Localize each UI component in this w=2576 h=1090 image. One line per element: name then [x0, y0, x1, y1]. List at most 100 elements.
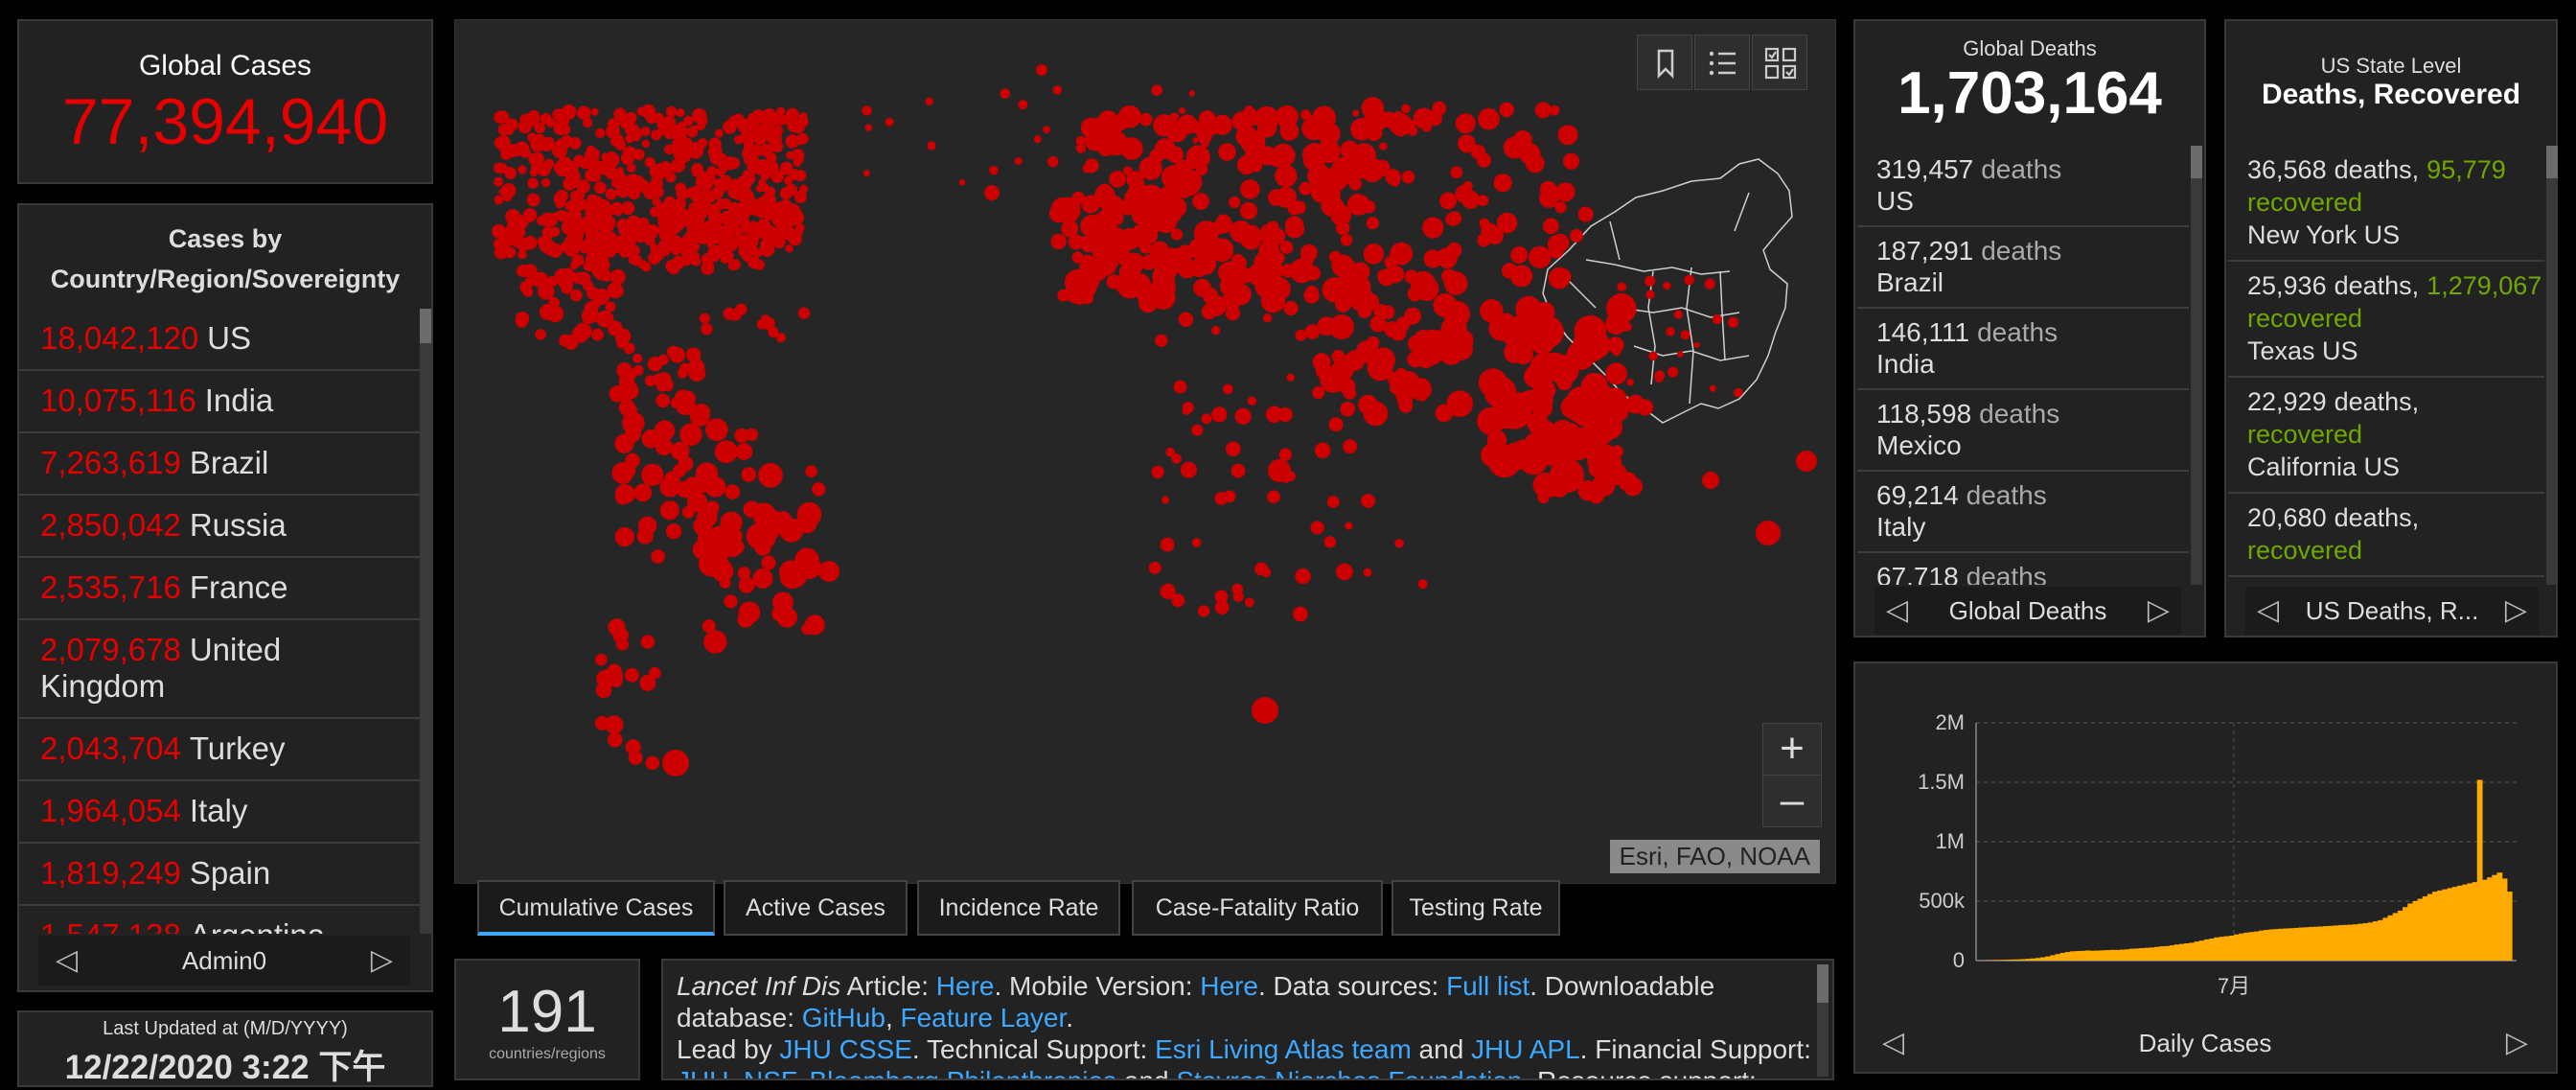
daily-cases-chart[interactable]: 0 500k 1M 1.5M 2M 7月: [1855, 663, 2556, 1018]
case-dot[interactable]: [1239, 201, 1258, 220]
case-dot[interactable]: [1373, 159, 1391, 177]
case-dot[interactable]: [1361, 97, 1385, 120]
case-dot[interactable]: [1478, 368, 1507, 398]
funders-link[interactable]: JHU, NSF, Bloomberg Philanthropies: [677, 1066, 1116, 1078]
case-dot[interactable]: [1443, 300, 1471, 328]
case-dot[interactable]: [1591, 452, 1610, 473]
case-dot[interactable]: [1422, 217, 1444, 239]
tab-case-fatality-ratio[interactable]: Case-Fatality Ratio: [1132, 880, 1383, 936]
case-dot[interactable]: [663, 471, 680, 488]
case-dot[interactable]: [696, 115, 708, 127]
death-row[interactable]: 187,291 deaths Brazil: [1857, 227, 2189, 309]
case-dot[interactable]: [1287, 201, 1300, 216]
case-dot[interactable]: [1361, 494, 1375, 508]
case-dot[interactable]: [663, 144, 675, 155]
case-dot[interactable]: [762, 509, 781, 528]
case-dot[interactable]: [595, 653, 608, 666]
case-dot[interactable]: [562, 109, 571, 118]
case-dot[interactable]: [862, 170, 870, 177]
case-dot[interactable]: [1367, 358, 1376, 368]
case-dot[interactable]: [1179, 107, 1186, 114]
case-dot[interactable]: [1097, 140, 1115, 157]
case-dot[interactable]: [1268, 151, 1285, 168]
case-dot[interactable]: [494, 244, 509, 260]
case-dot[interactable]: [513, 225, 526, 239]
case-dot[interactable]: [555, 163, 569, 177]
article-link[interactable]: Here: [936, 971, 995, 1001]
case-dot[interactable]: [1677, 351, 1684, 358]
case-dot[interactable]: [1397, 130, 1405, 137]
case-dot[interactable]: [620, 151, 635, 166]
case-dot[interactable]: [795, 511, 817, 534]
case-dot[interactable]: [676, 108, 685, 118]
case-dot[interactable]: [665, 237, 676, 246]
case-dot[interactable]: [1407, 286, 1423, 302]
case-dot[interactable]: [656, 173, 664, 181]
case-dot[interactable]: [780, 225, 796, 241]
case-dot[interactable]: [515, 314, 529, 328]
case-dot[interactable]: [1331, 349, 1346, 363]
case-dot[interactable]: [582, 280, 594, 291]
case-dot[interactable]: [1173, 380, 1187, 394]
case-dot[interactable]: [1165, 247, 1188, 270]
case-dot[interactable]: [1123, 166, 1133, 175]
case-dot[interactable]: [664, 500, 679, 516]
case-dot[interactable]: [1101, 128, 1111, 137]
case-dot[interactable]: [1192, 193, 1209, 210]
case-dot[interactable]: [619, 117, 631, 128]
us-state-row[interactable]: 36,568 deaths, 95,779 recovered New York US: [2228, 146, 2544, 262]
case-dot[interactable]: [1240, 179, 1260, 199]
zoom-out-button[interactable]: –: [1762, 775, 1822, 827]
case-dot[interactable]: [1286, 373, 1295, 382]
case-dot[interactable]: [1256, 118, 1277, 138]
case-dot[interactable]: [1000, 88, 1011, 99]
case-dot[interactable]: [1394, 538, 1405, 548]
case-dot[interactable]: [1530, 329, 1555, 355]
bookmark-button[interactable]: [1637, 35, 1692, 90]
case-dot[interactable]: [1340, 233, 1353, 246]
case-dot[interactable]: [651, 549, 665, 564]
case-dot[interactable]: [661, 248, 670, 257]
case-dot[interactable]: [607, 731, 623, 748]
case-dot[interactable]: [505, 209, 521, 225]
case-dot[interactable]: [644, 182, 657, 197]
case-dot[interactable]: [1523, 365, 1547, 388]
case-dot[interactable]: [1450, 336, 1474, 360]
case-dot[interactable]: [1680, 330, 1690, 340]
country-row[interactable]: 1,547,138 Argentina: [19, 906, 420, 934]
case-dot[interactable]: [1543, 218, 1559, 235]
us-state-row[interactable]: 20,680 deaths, recovered: [2228, 494, 2544, 577]
case-dot[interactable]: [725, 237, 735, 246]
case-dot[interactable]: [772, 125, 784, 136]
case-dot[interactable]: [665, 105, 678, 118]
case-dot[interactable]: [1189, 258, 1208, 278]
case-dot[interactable]: [1493, 174, 1512, 193]
case-dot[interactable]: [637, 217, 650, 230]
case-dot[interactable]: [1693, 341, 1700, 348]
case-dot[interactable]: [1311, 386, 1325, 400]
case-dot[interactable]: [1663, 281, 1671, 290]
case-dot[interactable]: [519, 147, 531, 158]
case-dot[interactable]: [540, 215, 553, 227]
case-dot[interactable]: [1335, 220, 1350, 236]
case-dot[interactable]: [1193, 278, 1211, 297]
case-dot[interactable]: [1477, 406, 1506, 435]
case-dot[interactable]: [708, 209, 718, 218]
case-dot[interactable]: [1796, 451, 1817, 472]
case-dot[interactable]: [701, 323, 713, 336]
case-dot[interactable]: [1554, 201, 1567, 214]
case-dot[interactable]: [1529, 245, 1552, 269]
case-dot[interactable]: [1644, 275, 1656, 287]
case-dot[interactable]: [532, 271, 549, 289]
case-dot[interactable]: [989, 165, 999, 175]
case-dot[interactable]: [1728, 316, 1739, 328]
case-dot[interactable]: [519, 281, 533, 293]
case-dot[interactable]: [754, 128, 766, 139]
case-dot[interactable]: [749, 228, 761, 240]
case-dot[interactable]: [1637, 399, 1654, 416]
case-dot[interactable]: [669, 347, 685, 363]
case-dot[interactable]: [1293, 606, 1308, 622]
case-dot[interactable]: [527, 109, 540, 123]
case-dot[interactable]: [761, 555, 776, 570]
case-dot[interactable]: [1052, 85, 1062, 95]
